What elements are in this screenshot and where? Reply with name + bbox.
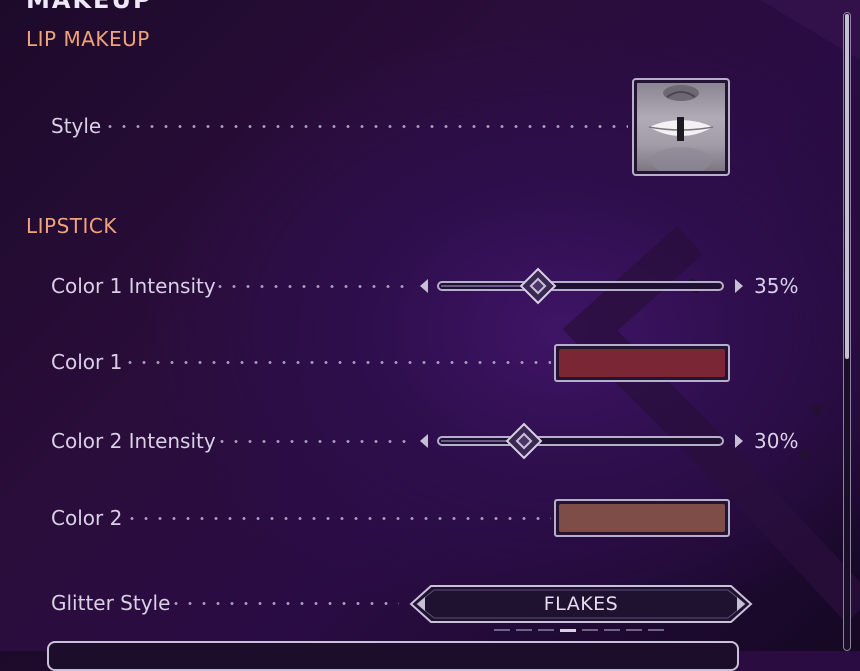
page-dash <box>604 629 620 631</box>
glitter-style-label: Glitter Style <box>51 591 171 615</box>
section-heading-lipstick: LIPSTICK <box>26 214 117 238</box>
color2-intensity-label: Color 2 Intensity <box>51 429 216 453</box>
dotted-leader <box>125 517 551 520</box>
glitter-style-row: Glitter Style <box>51 588 401 618</box>
page-dash <box>516 629 532 631</box>
glitter-style-selector[interactable]: FLAKES <box>409 584 753 624</box>
color1-intensity-decrease-icon[interactable] <box>420 279 428 293</box>
dotted-leader <box>215 440 411 443</box>
color2-swatch-button[interactable] <box>554 499 730 537</box>
color1-intensity-slider-track[interactable] <box>437 281 724 291</box>
scrollbar[interactable] <box>843 12 851 651</box>
lip-style-thumbnail[interactable] <box>632 78 730 176</box>
color2-swatch-fill <box>559 504 725 532</box>
color2-row: Color 2 <box>51 503 551 533</box>
color2-intensity-row: Color 2 Intensity <box>51 426 411 456</box>
page-title: MAKEUP <box>26 0 153 14</box>
color2-intensity-value: 30% <box>754 429 799 453</box>
page-dash <box>648 629 664 631</box>
color1-row: Color 1 <box>51 347 551 377</box>
color2-label: Color 2 <box>51 506 123 530</box>
lip-style-preview-icon <box>637 83 725 171</box>
glitter-style-page-indicator <box>494 629 674 633</box>
color1-intensity-value: 35% <box>754 274 799 298</box>
section-heading-lip-makeup: LIP MAKEUP <box>26 27 150 51</box>
color1-intensity-label: Color 1 Intensity <box>51 274 216 298</box>
dotted-leader <box>103 125 628 128</box>
page-dash <box>582 629 598 631</box>
color1-intensity-increase-icon[interactable] <box>735 279 743 293</box>
page-dash <box>538 629 554 631</box>
dotted-leader <box>123 361 551 364</box>
color1-swatch-fill <box>559 349 725 377</box>
dotted-leader <box>169 602 399 605</box>
background-decoration <box>562 0 860 623</box>
page-dash <box>626 629 642 631</box>
dotted-leader <box>213 285 411 288</box>
glitter-style-value: FLAKES <box>543 593 619 615</box>
page-dash-active <box>560 629 576 632</box>
color2-intensity-decrease-icon[interactable] <box>420 434 428 448</box>
color1-intensity-row: Color 1 Intensity <box>51 271 411 301</box>
next-option-panel[interactable] <box>47 641 739 671</box>
color1-swatch-button[interactable] <box>554 344 730 382</box>
style-label: Style <box>51 114 102 138</box>
color1-label: Color 1 <box>51 350 123 374</box>
page-dash <box>494 629 510 631</box>
scrollbar-thumb[interactable] <box>845 14 849 359</box>
color2-intensity-slider-track[interactable] <box>437 436 724 446</box>
color2-intensity-increase-icon[interactable] <box>735 434 743 448</box>
